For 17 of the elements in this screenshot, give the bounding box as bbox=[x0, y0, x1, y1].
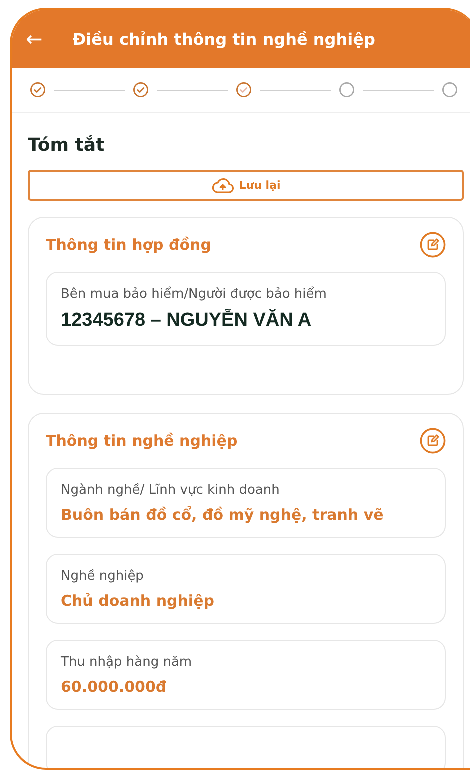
field-label: Nghề nghiệp bbox=[61, 569, 145, 584]
edit-icon[interactable] bbox=[420, 428, 446, 454]
field-value: Buôn bán đồ cổ, đồ mỹ nghệ, tranh vẽ bbox=[61, 506, 385, 524]
cloud-upload-icon bbox=[211, 178, 236, 194]
edit-icon[interactable] bbox=[420, 232, 446, 258]
field-value: 60.000.000đ bbox=[61, 678, 168, 696]
screen-title: Điều chỉnh thông tin nghề nghiệp bbox=[72, 30, 376, 48]
card-title: Thông tin nghề nghiệp bbox=[46, 432, 238, 450]
field-label: Ngành nghề/ Lĩnh vực kinh doanh bbox=[61, 483, 281, 498]
field-label: Thu nhập hàng năm bbox=[61, 655, 194, 670]
field-label: Bên mua bảo hiểm/Người được bảo hiểm bbox=[61, 287, 328, 302]
save-button[interactable]: Lưu lại bbox=[28, 170, 464, 201]
card-title: Thông tin hợp đồng bbox=[46, 236, 212, 254]
section-heading: Tóm tắt bbox=[28, 135, 106, 156]
back-button[interactable]: ← bbox=[26, 27, 43, 51]
field-value: 12345678 – NGUYỄN VĂN A bbox=[61, 310, 313, 332]
field-value: Chủ doanh nghiệp bbox=[61, 592, 216, 610]
